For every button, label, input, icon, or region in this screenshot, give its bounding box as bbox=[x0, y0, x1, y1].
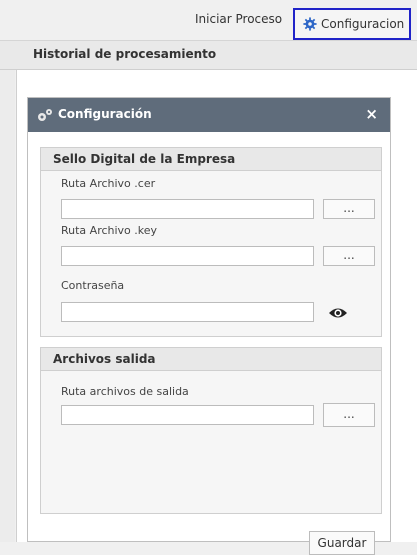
close-icon[interactable]: × bbox=[365, 105, 378, 123]
output-path-label: Ruta archivos de salida bbox=[61, 385, 189, 398]
archivos-salida-title: Archivos salida bbox=[41, 348, 381, 371]
iniciar-proceso-link[interactable]: Iniciar Proceso bbox=[195, 12, 282, 26]
password-field[interactable] bbox=[61, 302, 314, 322]
gear-icon bbox=[303, 17, 317, 31]
dialog-header: Configuración × bbox=[28, 98, 390, 132]
history-title: Historial de procesamiento bbox=[33, 47, 217, 61]
configuracion-label: Configuracion bbox=[321, 17, 405, 31]
eye-icon[interactable] bbox=[327, 303, 349, 323]
output-browse-button[interactable]: ... bbox=[323, 403, 375, 427]
save-button[interactable]: Guardar bbox=[309, 531, 375, 555]
configuracion-menu-item[interactable]: Configuracion bbox=[293, 8, 411, 40]
sello-digital-title: Sello Digital de la Empresa bbox=[41, 148, 381, 171]
output-path-input[interactable] bbox=[61, 405, 314, 425]
top-menu-bar: Iniciar Proceso Configuracion bbox=[0, 0, 417, 40]
config-dialog: Configuración × Sello Digital de la Empr… bbox=[27, 97, 391, 555]
left-gutter bbox=[0, 70, 15, 542]
cer-label: Ruta Archivo .cer bbox=[61, 177, 156, 190]
cer-path-input[interactable] bbox=[61, 199, 314, 219]
key-browse-button[interactable]: ... bbox=[323, 246, 375, 266]
gears-icon bbox=[38, 109, 52, 121]
sello-digital-section: Sello Digital de la Empresa Ruta Archivo… bbox=[40, 147, 382, 337]
key-label: Ruta Archivo .key bbox=[61, 224, 158, 237]
cer-browse-button[interactable]: ... bbox=[323, 199, 375, 219]
key-path-input[interactable] bbox=[61, 246, 314, 266]
password-label: Contraseña bbox=[61, 279, 125, 292]
archivos-salida-section: Archivos salida Ruta archivos de salida … bbox=[40, 347, 382, 514]
dialog-title: Configuración bbox=[58, 107, 152, 121]
history-header: Historial de procesamiento bbox=[0, 40, 417, 70]
